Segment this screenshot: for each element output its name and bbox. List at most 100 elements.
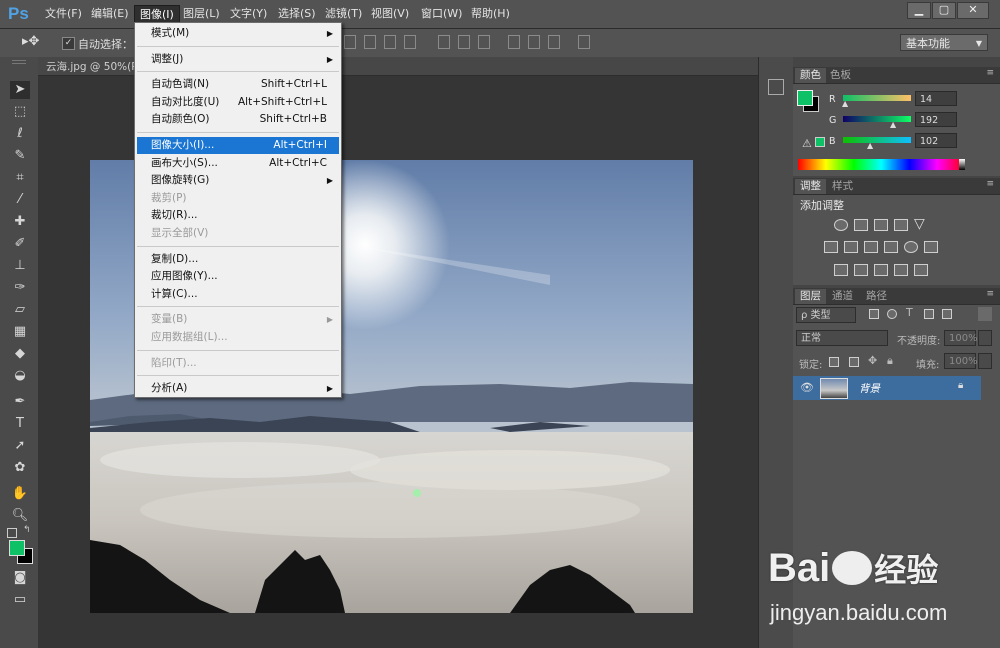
screen-mode-icon[interactable]: ▭ [10,591,30,609]
menu-8[interactable]: 窗口(W) [416,5,467,23]
black-white-icon[interactable] [864,241,878,253]
align-top-icon[interactable] [344,35,356,49]
lock-position-icon[interactable]: ✥ [868,354,877,367]
blend-mode-select[interactable]: 正常 [796,330,888,346]
invert-icon[interactable] [834,264,848,276]
g-value-input[interactable]: 192 [915,112,957,127]
panel-menu-icon[interactable]: ≡ [986,289,994,299]
menu-4[interactable]: 文字(Y) [225,5,272,23]
menu-7[interactable]: 视图(V) [366,5,414,23]
threshold-icon[interactable] [874,264,888,276]
swap-colors-icon[interactable]: ↰ [23,525,31,535]
workspace-select[interactable]: 基本功能 ▼ [900,34,988,51]
b-slider[interactable] [843,137,911,143]
tab-channels[interactable]: 通道 [827,289,858,304]
image-menu-item[interactable]: 自动颜色(O) Shift+Ctrl+B [137,111,339,128]
distribute-top-icon[interactable] [438,35,450,49]
g-slider-thumb[interactable]: ▲ [890,120,896,129]
tab-paths[interactable]: 路径 [861,289,892,304]
layer-row-background[interactable]: 👁︎ 背景 🔒︎ [793,376,981,400]
g-slider[interactable] [843,116,911,122]
vibrance-icon[interactable]: ▽ [914,216,925,232]
image-menu-item[interactable]: 自动对比度(U) Alt+Shift+Ctrl+L [137,94,339,111]
filter-toggle-icon[interactable] [978,307,992,321]
auto-select-checkbox[interactable]: ✓ [62,37,75,50]
channel-mixer-icon[interactable] [904,241,918,253]
distribute-bottom-icon[interactable] [478,35,490,49]
color-spectrum-bar[interactable] [798,159,965,170]
image-menu-item[interactable]: 裁切(R)... [137,207,339,224]
curves-icon[interactable] [874,219,888,231]
custom-shape-tool-icon[interactable]: ✿ [10,459,30,477]
marquee-tool-icon[interactable]: ⬚ [10,103,30,121]
b-value-input[interactable]: 102 [915,133,957,148]
pen-tool-icon[interactable]: ✒ [10,393,30,411]
r-slider-thumb[interactable]: ▲ [842,99,848,108]
gradient-map-icon[interactable] [914,264,928,276]
fill-dropdown[interactable] [978,353,992,369]
levels-icon[interactable] [854,219,868,231]
gradient-tool-icon[interactable]: ▦ [10,323,30,341]
opacity-dropdown[interactable] [978,330,992,346]
distribute-hcenter-icon[interactable] [528,35,540,49]
move-tool-icon[interactable]: ➤ [10,81,30,99]
quick-select-tool-icon[interactable]: ✎ [10,147,30,165]
menu-6[interactable]: 滤镜(T) [320,5,367,23]
selective-color-icon[interactable] [894,264,908,276]
panel-menu-icon[interactable]: ≡ [986,68,994,78]
photo-filter-icon[interactable] [884,241,898,253]
tab-styles[interactable]: 样式 [827,179,858,194]
lasso-tool-icon[interactable]: ℓ [10,125,30,143]
filter-pixel-icon[interactable] [869,309,879,319]
image-menu-item[interactable]: 计算(C)... [137,286,339,303]
hand-tool-icon[interactable]: ✋ [10,485,30,503]
layer-filter-select[interactable]: ρ 类型 [796,307,856,323]
menu-9[interactable]: 帮助(H) [466,5,515,23]
image-menu-item[interactable]: 分析(A) ▶ [137,380,339,397]
image-menu-item[interactable]: 图像旋转(G) ▶ [137,172,339,189]
color-lookup-icon[interactable] [924,241,938,253]
r-slider[interactable] [843,95,911,101]
distribute-left-icon[interactable] [508,35,520,49]
blur-tool-icon[interactable]: ◆ [10,345,30,363]
menu-5[interactable]: 选择(S) [273,5,321,23]
menu-3[interactable]: 图层(L) [178,5,225,23]
exposure-icon[interactable] [894,219,908,231]
black-white-ramp[interactable] [959,159,965,170]
zoom-tool-icon[interactable]: 🔍︎ [10,507,30,525]
image-menu-item[interactable]: 模式(M) ▶ [137,25,339,42]
image-menu-item[interactable]: 应用数据组(L)... [137,329,339,346]
eyedropper-tool-icon[interactable]: ⁄ [10,191,30,209]
posterize-icon[interactable] [854,264,868,276]
path-select-tool-icon[interactable]: ➚ [10,437,30,455]
close-button[interactable]: ✕ [957,2,989,19]
tab-color[interactable]: 颜色 [795,68,826,83]
lock-all-icon[interactable]: 🔒︎ [887,354,893,368]
auto-align-icon[interactable] [578,35,590,49]
image-menu-item[interactable]: 变量(B) ▶ [137,311,339,328]
menu-0[interactable]: 文件(F) [40,5,87,23]
tab-adjustments[interactable]: 调整 [795,179,826,194]
web-color-swatch[interactable] [815,137,825,147]
quick-mask-icon[interactable]: ◙ [10,569,30,587]
image-menu-item[interactable]: 裁剪(P) [137,190,339,207]
layer-visibility-eye-icon[interactable]: 👁︎ [800,381,814,394]
opacity-input[interactable]: 100% [944,330,978,346]
image-menu-item[interactable]: 调整(J) ▶ [137,51,339,68]
align-left-icon[interactable] [404,35,416,49]
b-slider-thumb[interactable]: ▲ [867,141,873,150]
history-brush-tool-icon[interactable]: ✑ [10,279,30,297]
dodge-tool-icon[interactable]: ◒ [10,367,30,385]
foreground-color-swatch[interactable] [9,540,25,556]
tab-layers[interactable]: 图层 [795,289,826,304]
filter-type-icon[interactable]: T [906,306,913,319]
filter-smart-icon[interactable] [942,309,952,319]
fill-input[interactable]: 100% [944,353,978,369]
distribute-right-icon[interactable] [548,35,560,49]
image-menu-item[interactable]: 画布大小(S)... Alt+Ctrl+C [137,155,339,172]
default-colors-icon[interactable] [7,528,17,538]
eraser-tool-icon[interactable]: ▱ [10,301,30,319]
color-balance-icon[interactable] [844,241,858,253]
brush-tool-icon[interactable]: ✐ [10,235,30,253]
align-vcenter-icon[interactable] [364,35,376,49]
